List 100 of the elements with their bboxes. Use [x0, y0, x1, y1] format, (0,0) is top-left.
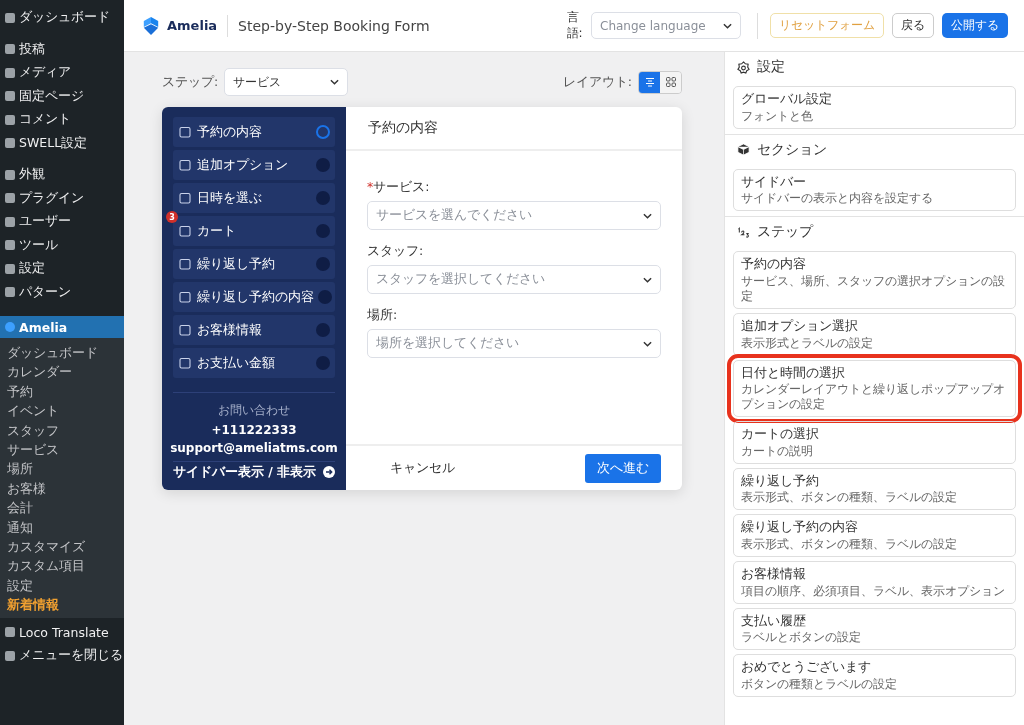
- next-button[interactable]: 次へ進む: [585, 453, 661, 483]
- contact-heading: お問い合わせ: [218, 402, 290, 419]
- field-label: スタッフ:: [367, 243, 425, 260]
- submenu-item[interactable]: カスタマイズ: [0, 536, 124, 557]
- settings-card[interactable]: 支払い履歴 ラベルとボタンの設定: [733, 607, 1016, 651]
- settings-card[interactable]: サイドバー サイドバーの表示と内容を設定する: [733, 168, 1016, 212]
- grid-icon: [665, 77, 676, 87]
- submenu-item[interactable]: 予約: [0, 381, 124, 402]
- step-icon: [179, 225, 191, 237]
- select-field[interactable]: サービスを選んでください: [367, 201, 661, 230]
- grid-layout-button[interactable]: [660, 71, 681, 93]
- settings-card[interactable]: お客様情報 項目の順序、必須項目、ラベル、表示オプション: [733, 561, 1016, 604]
- submenu-item[interactable]: カスタム項目: [0, 556, 124, 576]
- step-item[interactable]: お客様情報: [173, 315, 335, 345]
- menu-icon: [5, 650, 15, 661]
- step-icon: [179, 357, 191, 369]
- card-title: おめでとうございます: [741, 659, 872, 675]
- back-button[interactable]: 戻る: [892, 13, 934, 38]
- menu-icon: [5, 169, 15, 180]
- card-title: 支払い履歴: [741, 612, 807, 629]
- section-title: セクション: [757, 140, 827, 159]
- admin-menu-item[interactable]: パターン: [0, 280, 124, 304]
- step-icon: [179, 291, 191, 303]
- submenu-item[interactable]: カレンダー: [0, 362, 124, 382]
- menu-icon: [5, 138, 15, 149]
- select-field[interactable]: 場所を選択してください: [367, 329, 661, 358]
- cube-icon: [737, 143, 750, 157]
- card-title: お客様情報: [741, 566, 807, 582]
- submenu-item[interactable]: 設定: [0, 575, 124, 596]
- card-title: サイドバー: [741, 173, 807, 190]
- step-select[interactable]: サービス: [224, 68, 349, 96]
- chevron-icon: [643, 212, 652, 219]
- section-title: ステップ: [757, 223, 813, 242]
- form-heading: 予約の内容: [346, 107, 682, 151]
- settings-card[interactable]: 予約の内容 サービス、場所、スタッフの選択オプションの設定: [733, 251, 1016, 309]
- submenu-item[interactable]: お客様: [0, 478, 124, 499]
- card-title: カートの選択: [741, 426, 820, 442]
- admin-menu-item[interactable]: プラグイン: [0, 186, 124, 210]
- admin-menu-item[interactable]: コメント: [0, 108, 124, 132]
- menu-icon: [5, 193, 15, 204]
- admin-menu-item[interactable]: メニューを閉じる: [0, 643, 124, 668]
- admin-menu-item[interactable]: Amelia: [0, 316, 124, 338]
- menu-icon: [5, 627, 15, 638]
- admin-menu-item[interactable]: SWELL設定: [0, 131, 124, 155]
- submenu-item[interactable]: 通知: [0, 517, 124, 537]
- submenu-item[interactable]: サービス: [0, 439, 124, 460]
- select-field[interactable]: スタッフを選択してください: [367, 265, 661, 294]
- sidebar-toggle-label: サイドバー表示 / 非表示: [173, 463, 317, 481]
- arrow-right-icon[interactable]: [323, 466, 335, 478]
- settings-card[interactable]: グローバル設定 フォントと色: [733, 86, 1016, 129]
- submenu-item[interactable]: スタッフ: [0, 420, 124, 440]
- step-item[interactable]: 日時を選ぶ: [173, 183, 335, 213]
- field-label: *サービス:: [367, 179, 431, 196]
- submenu-item[interactable]: 会計: [0, 498, 124, 518]
- admin-menu-item[interactable]: Loco Translate: [0, 620, 124, 644]
- settings-card[interactable]: カートの選択 カートの説明: [733, 421, 1016, 464]
- submenu-item[interactable]: イベント: [0, 401, 124, 421]
- card-description: フォントと色: [741, 108, 814, 124]
- submenu-item[interactable]: 場所: [0, 459, 124, 479]
- chevron-icon: [330, 79, 340, 85]
- card-title: グローバル設定: [741, 91, 833, 107]
- logo-icon: [142, 15, 160, 36]
- page-title: Step-by-Step Booking Form: [238, 17, 430, 34]
- settings-card[interactable]: 繰り返し予約の内容 表示形式、ボタンの種類、ラベルの設定: [733, 514, 1016, 557]
- cancel-button[interactable]: キャンセル: [384, 458, 461, 478]
- settings-card[interactable]: 繰り返し予約 表示形式、ボタンの種類、ラベルの設定: [733, 467, 1016, 511]
- admin-menu-item[interactable]: ユーザー: [0, 210, 124, 234]
- submenu-item[interactable]: ダッシュボード: [0, 343, 124, 363]
- card-title: 日付と時間の選択: [741, 364, 846, 381]
- list-icon: [644, 77, 655, 87]
- submenu-item[interactable]: 新着情報: [0, 595, 124, 615]
- step-item[interactable]: 繰り返し予約: [173, 249, 335, 279]
- card-description: 項目の順序、必須項目、ラベル、表示オプション: [741, 583, 1006, 599]
- publish-button[interactable]: 公開する: [942, 13, 1008, 38]
- chevron-icon: [643, 276, 652, 283]
- step-item[interactable]: 予約の内容: [173, 117, 335, 147]
- admin-menu-item[interactable]: ツール: [0, 233, 124, 257]
- menu-icon: [5, 263, 15, 274]
- menu-icon: [5, 91, 15, 102]
- settings-card[interactable]: おめでとうございます ボタンの種類とラベルの設定: [733, 654, 1016, 697]
- logo-text: Amelia: [167, 18, 218, 33]
- step-item[interactable]: お支払い金額: [173, 348, 335, 378]
- admin-menu-item[interactable]: ダッシュボード: [0, 6, 124, 30]
- list-layout-button[interactable]: [639, 71, 660, 93]
- admin-menu-item[interactable]: 外観: [0, 163, 124, 187]
- admin-menu-item[interactable]: 設定: [0, 257, 124, 281]
- card-description: サービス、場所、スタッフの選択オプションの設定: [741, 273, 1006, 304]
- step-item[interactable]: カート: [173, 216, 335, 246]
- card-title: 繰り返し予約の内容: [741, 519, 859, 535]
- step-item[interactable]: 繰り返し予約の内容: [173, 282, 335, 312]
- step-item[interactable]: 追加オプション: [173, 150, 335, 180]
- step-icon: [179, 159, 191, 171]
- card-description: カートの説明: [741, 443, 814, 459]
- card-title: 繰り返し予約: [741, 472, 820, 489]
- admin-menu-item[interactable]: メディア: [0, 61, 124, 85]
- admin-menu-item[interactable]: 固定ページ: [0, 84, 124, 108]
- admin-menu-item[interactable]: 投稿: [0, 37, 124, 61]
- menu-icon: [5, 322, 15, 332]
- field-label: 場所:: [367, 307, 399, 324]
- card-title: 追加オプション選択: [741, 317, 859, 334]
